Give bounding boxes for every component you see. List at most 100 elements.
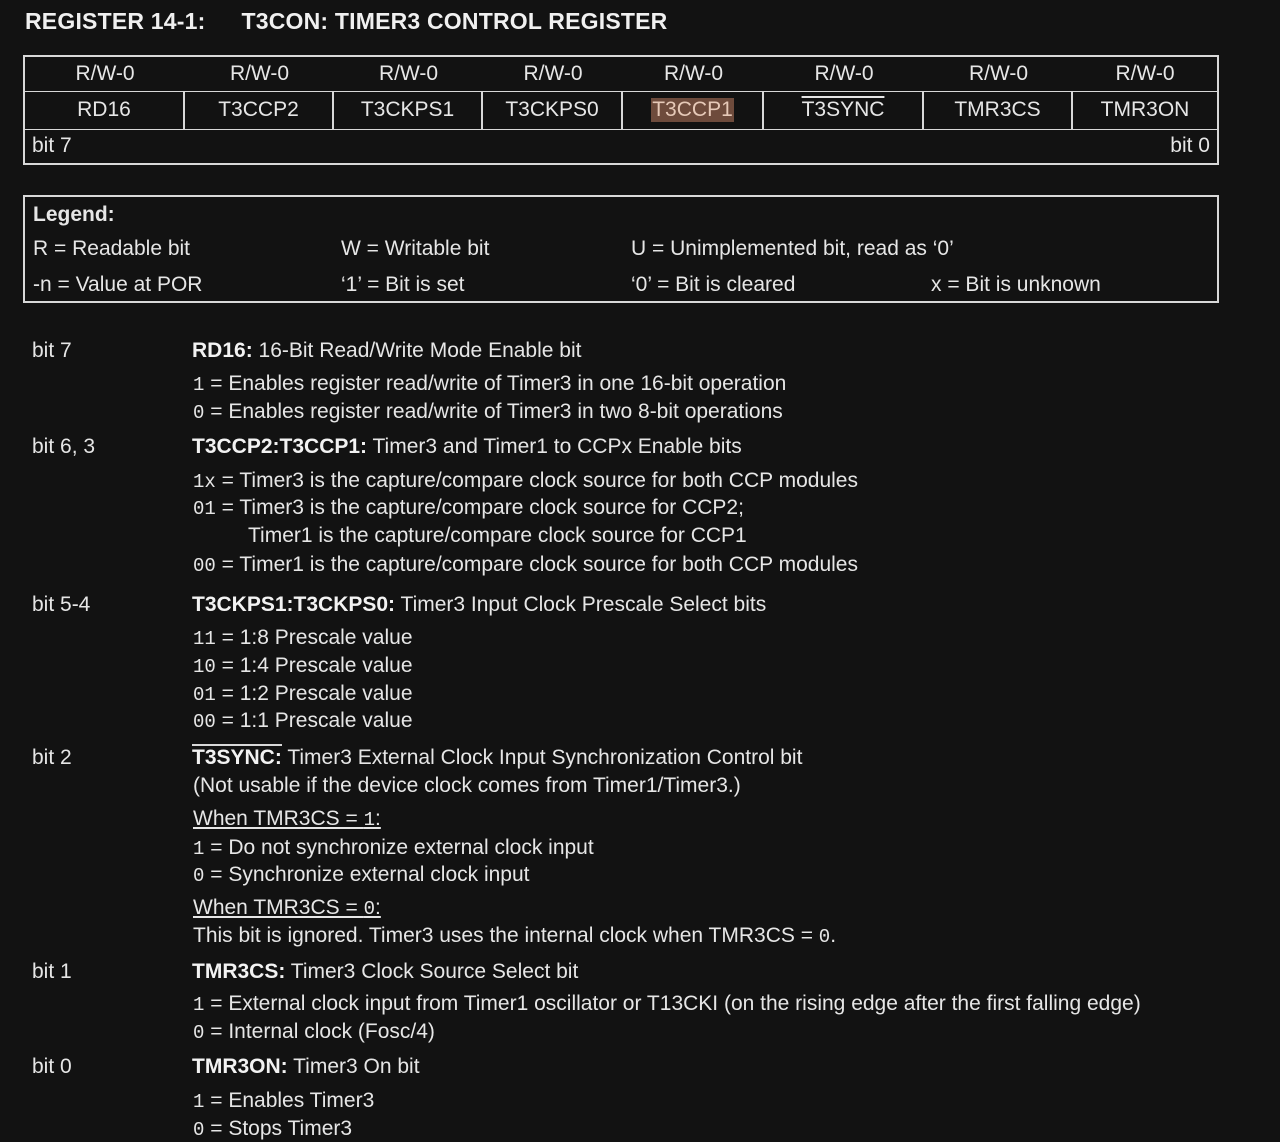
condition-text: When TMR3CS = <box>193 896 364 919</box>
bit-name-t3sync-cell: T3SYNC <box>764 91 924 129</box>
bit-heading: TMR3ON: Timer3 On bit <box>192 1055 420 1079</box>
bit-name-t3ckps0: T3CKPS0 <box>483 91 623 129</box>
option-text: = Internal clock (Fosc/4) <box>204 1020 435 1043</box>
legend-box: Legend: R = Readable bit W = Writable bi… <box>23 195 1219 303</box>
bit-name-row: RD16 T3CCP2 T3CKPS1 T3CKPS0 T3CCP1 T3SYN… <box>25 91 1217 130</box>
bit-field-name: TMR3CS: <box>192 960 286 983</box>
register-bit-table: R/W-0 R/W-0 R/W-0 R/W-0 R/W-0 R/W-0 R/W-… <box>23 55 1219 165</box>
bit-heading: T3CCP2:T3CCP1: Timer3 and Timer1 to CCPx… <box>192 435 742 459</box>
bit-label: bit 1 <box>32 960 72 983</box>
option-text: = Enables register read/write of Timer3 … <box>204 372 787 395</box>
option-line: 1 = External clock input from Timer1 osc… <box>193 992 1141 1016</box>
bit-field-title: Timer3 On bit <box>287 1055 420 1078</box>
option-code: 00 <box>193 711 216 733</box>
bit-label: bit 2 <box>32 746 72 769</box>
option-text: = 1:2 Prescale value <box>215 682 413 705</box>
option-text: = Timer1 is the capture/compare clock so… <box>215 553 858 576</box>
condition-line: When TMR3CS = 0: <box>193 896 381 920</box>
ignored-end: . <box>830 924 837 947</box>
access-cell: R/W-0 <box>814 62 874 85</box>
option-code: 1 <box>193 838 205 860</box>
bit-name-t3ccp1-cell: T3CCP1 <box>623 91 764 129</box>
bit-high-label: bit 7 <box>32 134 72 157</box>
option-text: = 1:4 Prescale value <box>215 654 413 677</box>
option-text: = Stops Timer3 <box>204 1117 353 1140</box>
legend-writable: W = Writable bit <box>341 237 490 260</box>
access-cell: R/W-0 <box>523 62 583 85</box>
option-text: = External clock input from Timer1 oscil… <box>204 992 1141 1015</box>
bit-field-name: T3SYNC: <box>192 744 282 769</box>
bit-index-cell: bit 7 bit 0 <box>25 129 1217 163</box>
bit-field-name: RD16: <box>192 339 253 362</box>
legend-title: Legend: <box>33 203 115 226</box>
option-line: 1 = Enables register read/write of Timer… <box>193 372 786 396</box>
option-line: 11 = 1:8 Prescale value <box>193 626 413 650</box>
bit-label: bit 0 <box>32 1055 72 1078</box>
option-line: 00 = Timer1 is the capture/compare clock… <box>193 553 858 577</box>
option-code: 00 <box>193 555 216 577</box>
access-cell: R/W-0 <box>378 62 439 85</box>
option-code: 01 <box>193 498 216 520</box>
option-line: 0 = Synchronize external clock input <box>193 863 530 887</box>
bit-name-rd16: RD16 <box>25 91 185 129</box>
bit-label: bit 6, 3 <box>32 435 96 458</box>
bit-name-tmr3cs: TMR3CS <box>924 91 1073 129</box>
option-line: 0 = Enables register read/write of Timer… <box>193 400 783 424</box>
bit-name-t3ccp2: T3CCP2 <box>185 91 334 129</box>
option-text: = 1:1 Prescale value <box>215 709 413 732</box>
bit-field-name: T3CCP2:T3CCP1: <box>192 435 368 458</box>
option-code: 1 <box>193 1091 205 1113</box>
legend-unimplemented: U = Unimplemented bit, read as ‘0’ <box>631 237 954 260</box>
condition-end: : <box>375 896 381 919</box>
ignored-text: This bit is ignored. Timer3 uses the int… <box>193 924 819 947</box>
bit-field-name: TMR3ON: <box>192 1055 288 1078</box>
bit-name-t3sync: T3SYNC <box>801 98 885 121</box>
register-name: T3CON: TIMER3 CONTROL REGISTER <box>241 8 668 34</box>
option-line: 1x = Timer3 is the capture/compare clock… <box>193 469 858 493</box>
access-row: R/W-0 R/W-0 R/W-0 R/W-0 R/W-0 R/W-0 R/W-… <box>25 57 1217 92</box>
option-line: 1 = Enables Timer3 <box>193 1089 374 1113</box>
option-code: 1 <box>193 994 205 1016</box>
option-line: 0 = Internal clock (Fosc/4) <box>193 1020 435 1044</box>
option-code: 11 <box>193 628 216 650</box>
bit-field-title: Timer3 Clock Source Select bit <box>285 960 579 983</box>
option-code: 0 <box>193 1119 205 1141</box>
option-line: 01 = 1:2 Prescale value <box>193 682 413 706</box>
bit-note: (Not usable if the device clock comes fr… <box>193 774 741 797</box>
condition-code: 1 <box>363 809 375 831</box>
bit-field-name: T3CKPS1:T3CKPS0: <box>192 593 396 616</box>
option-text: = Timer3 is the capture/compare clock so… <box>215 469 858 492</box>
bit-field-title: Timer3 External Clock Input Synchronizat… <box>281 746 803 769</box>
access-cell: R/W-0 <box>1115 62 1175 85</box>
legend-set: ‘1’ = Bit is set <box>341 273 465 296</box>
bit-name-tmr3on: TMR3ON <box>1100 98 1190 121</box>
access-cell: R/W-0 <box>663 62 724 85</box>
condition-code: 0 <box>363 898 375 920</box>
option-code: 0 <box>193 865 205 887</box>
option-code: 01 <box>193 684 216 706</box>
option-line: 10 = 1:4 Prescale value <box>193 654 413 678</box>
condition-end: : <box>375 807 381 830</box>
bit-heading: T3CKPS1:T3CKPS0: Timer3 Input Clock Pres… <box>192 593 766 617</box>
option-code: 1x <box>193 471 216 493</box>
option-text: = Enables register read/write of Timer3 … <box>204 400 783 423</box>
option-code: 10 <box>193 656 216 678</box>
bit-label: bit 7 <box>32 339 72 362</box>
access-cell: R/W-0 <box>968 62 1029 85</box>
register-title: REGISTER 14-1: T3CON: TIMER3 CONTROL REGI… <box>25 8 667 35</box>
legend-por: -n = Value at POR <box>33 273 203 296</box>
legend-cleared: ‘0’ = Bit is cleared <box>631 273 796 296</box>
bit-field-title: Timer3 Input Clock Prescale Select bits <box>395 593 767 616</box>
option-continuation: Timer1 is the capture/compare clock sour… <box>248 524 747 547</box>
bit-field-title: 16-Bit Read/Write Mode Enable bit <box>252 339 582 362</box>
bit-index-row: bit 7 bit 0 <box>25 129 1217 163</box>
bit-heading: T3SYNC: Timer3 External Clock Input Sync… <box>192 744 803 770</box>
bit-low-label: bit 0 <box>1170 134 1210 157</box>
bit-heading: TMR3CS: Timer3 Clock Source Select bit <box>192 960 578 984</box>
option-line: 0 = Stops Timer3 <box>193 1117 352 1141</box>
option-text: = Enables Timer3 <box>204 1089 375 1112</box>
option-code: 0 <box>193 402 205 424</box>
access-cell: R/W-0 <box>75 62 135 85</box>
bit-name-t3ckps1: T3CKPS1 <box>334 91 483 129</box>
bit-name-t3ccp1: T3CCP1 <box>651 98 734 122</box>
